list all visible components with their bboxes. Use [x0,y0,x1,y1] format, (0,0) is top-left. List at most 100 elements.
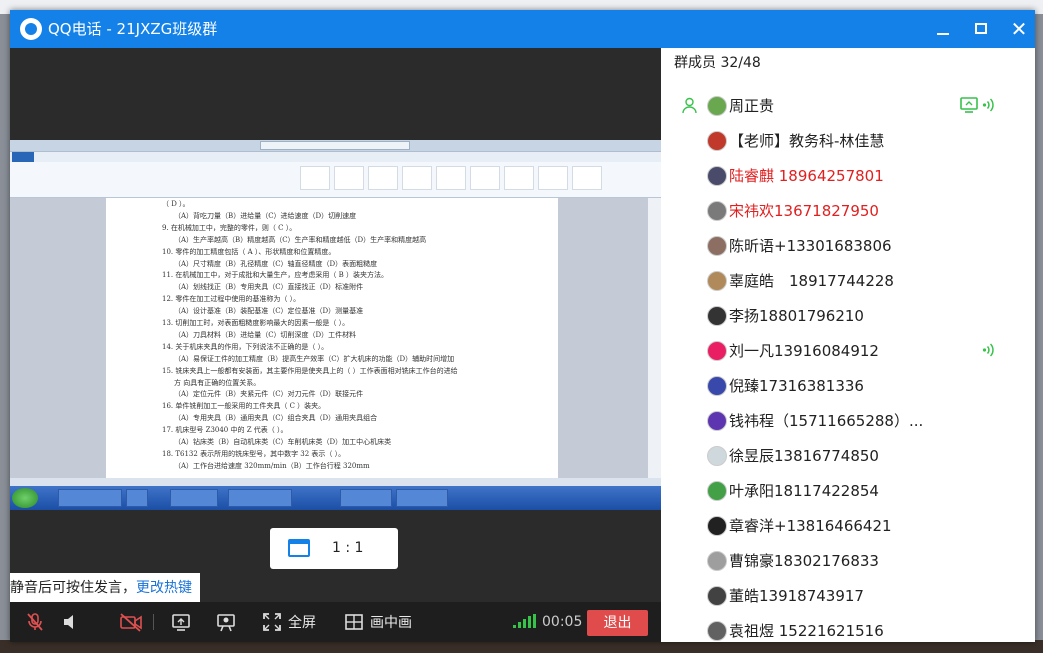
member-name: 徐昱辰13816774850 [729,447,879,465]
member-row[interactable]: 陈昕语+13301683806 [661,228,1035,263]
video-area[interactable]: （ D ）。 （A）背吃刀量（B）进给量（C）进给速度（D）切削速度 9. 在机械加… [10,48,661,603]
member-row[interactable]: 李扬18801796210 [661,298,1035,333]
member-row[interactable]: 宋祎欢13671827950 [661,193,1035,228]
shared-taskbar [10,486,661,510]
avatar [707,131,727,151]
member-row[interactable]: 章睿洋+13816466421 [661,508,1035,543]
minimize-button[interactable] [930,16,956,42]
avatar [707,551,727,571]
aspect-ratio-toggle[interactable]: 1 : 1 [270,528,398,569]
whiteboard-button[interactable] [215,610,237,634]
shared-task-item [58,489,122,507]
call-control-bar: 全屏 画中画 00:05 退出 [10,602,661,642]
signal-strength-icon [513,614,537,628]
shared-document-line: （A）划线找正（B）专用夹具（C）直接找正（D）标准附件 [174,283,364,292]
speaker-icon [64,615,73,629]
camera-button[interactable] [118,610,144,634]
shared-window-titlebar [10,140,661,152]
avatar [707,96,727,116]
call-timer: 00:05 [542,614,583,630]
qq-logo-icon [20,18,42,40]
fullscreen-label: 全屏 [288,615,316,631]
member-row[interactable]: 叶承阳18117422854 [661,473,1035,508]
shared-document-line: 13. 切削加工时，对表面粗糙度影响最大的因素一般是（ ）。 [162,319,350,327]
shared-scrollbar [648,198,661,478]
maximize-button[interactable] [968,16,994,42]
exit-call-button[interactable]: 退出 [587,610,648,636]
avatar [707,271,727,291]
shared-document-line: （A）定位元件（B）夹紧元件（C）对刀元件（D）联接元件 [174,390,364,399]
member-row[interactable]: 陆睿麒 18964257801 [661,158,1035,193]
shared-task-item [126,489,148,507]
shared-document-line: 17. 机床型号 Z3040 中的 Z 代表（ ）。 [162,426,288,435]
member-name: 周正贵 [729,97,775,115]
fullscreen-button[interactable]: 全屏 [262,610,316,634]
avatar [707,201,727,221]
member-row[interactable]: 刘一凡13916084912 [661,333,1035,368]
maximize-icon [975,23,987,34]
shared-style-swatch [334,166,364,190]
member-row[interactable]: 袁祖煜 15221621516 [661,613,1035,642]
shared-task-item [340,489,392,507]
shared-document-line: 14. 关于机床夹具的作用，下列说法不正确的是（ ）。 [162,342,329,351]
member-name: 【老师】教务科-林佳慧 [729,132,885,150]
host-user-icon [682,97,697,114]
avatar [707,516,727,536]
avatar [707,446,727,466]
shared-document-line: 11. 在机械加工中，对于成批和大量生产，应考虑采用（ B ）装夹方法。 [162,271,388,280]
shared-document-line: （A）背吃刀量（B）进给量（C）进给速度（D）切削速度 [174,211,357,220]
shared-screen-bottom [10,510,661,518]
member-row[interactable]: 周正贵 [661,88,1035,123]
member-name: 叶承阳18117422854 [729,482,879,500]
qq-call-window: QQ电话 - 21JXZG班级群 ✕ （ D ）。 （A）背吃刀量（B）进给量（… [10,10,1035,642]
shared-window-title [260,141,410,150]
title-bar[interactable]: QQ电话 - 21JXZG班级群 ✕ [10,10,1035,48]
avatar [707,166,727,186]
shared-document-line: （A）工作台进给速度 320mm/min（B）工作台行程 320mm [174,461,370,470]
speaker-button[interactable] [60,610,82,634]
shared-ribbon-tabs [10,152,661,162]
member-row[interactable]: 钱祎程（15711665288）... [661,403,1035,438]
control-divider [153,614,154,630]
mute-tip-text: 静音后可按住发言， [10,580,136,596]
screen-ratio-icon [288,539,310,557]
fullscreen-icon [263,613,281,631]
member-row[interactable]: 辜庭皓 18917744228 [661,263,1035,298]
close-button[interactable]: ✕ [1006,16,1032,42]
share-screen-icon [172,614,190,631]
avatar [707,481,727,501]
speaking-icon [982,343,994,357]
shared-document-line: （A）设计基准（B）装配基准（C）定位基准（D）测量基准 [174,307,364,316]
shared-style-swatch [402,166,432,190]
share-screen-button[interactable] [170,610,192,634]
member-name: 曹锦豪18302176833 [729,552,879,570]
shared-style-swatch [368,166,398,190]
member-row[interactable]: 曹锦豪18302176833 [661,543,1035,578]
member-row[interactable]: 倪臻17316381336 [661,368,1035,403]
member-name: 陆睿麒 18964257801 [729,167,884,185]
shared-task-item [396,489,448,507]
member-row[interactable]: 徐昱辰13816774850 [661,438,1035,473]
close-icon: ✕ [1010,17,1028,41]
member-name: 李扬18801796210 [729,307,864,325]
member-name: 宋祎欢13671827950 [729,202,879,220]
member-name: 袁祖煜 15221621516 [729,622,884,640]
avatar [707,411,727,431]
shared-document-line: 16. 单件铣削加工一般采用的工件夹具（ C ）装夹。 [162,402,326,411]
picture-in-picture-button[interactable]: 画中画 [344,610,412,634]
shared-document-line: （A）专用夹具（B）通用夹具（C）组合夹具（D）通用夹具组合 [174,414,378,423]
member-name: 董皓13918743917 [729,587,864,605]
member-name: 陈昕语+13301683806 [729,237,892,255]
shared-document-line: （A）尺寸精度（B）孔径精度（C）轴直径精度（D）表面粗糙度 [174,259,378,268]
member-row[interactable]: 董皓13918743917 [661,578,1035,613]
mic-button[interactable] [24,610,46,634]
change-hotkey-link[interactable]: 更改热键 [136,580,192,596]
member-row[interactable]: 【老师】教务科-林佳慧 [661,123,1035,158]
shared-document-area: （ D ）。 （A）背吃刀量（B）进给量（C）进给速度（D）切削速度 9. 在机械加… [10,198,661,478]
member-name: 倪臻17316381336 [729,377,864,395]
mute-hotkey-tip: 静音后可按住发言，更改热键 [10,573,200,603]
window-title: QQ电话 - 21JXZG班级群 [48,20,218,38]
pip-label: 画中画 [370,615,412,631]
avatar [707,341,727,361]
shared-document-line: （A）生产率越高（B）精度越高（C）生产率和精度越低（D）生产率和精度越高 [174,235,427,244]
